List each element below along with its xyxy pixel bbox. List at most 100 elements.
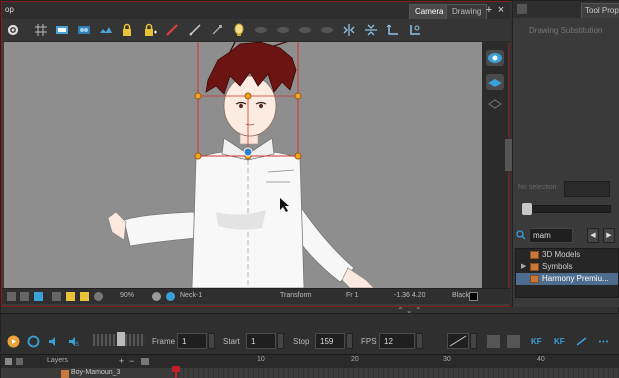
add-keyframe-button[interactable]: KF [531, 337, 542, 346]
frame-cells[interactable] [169, 368, 619, 378]
layer-options-icon[interactable] [141, 358, 149, 365]
layer-visibility-all-icon[interactable] [16, 358, 23, 365]
start-field[interactable]: 1 [246, 333, 276, 349]
zoom-level[interactable]: 90% [120, 292, 134, 299]
motion-keyframe-icon[interactable] [575, 335, 588, 348]
frame-icon[interactable] [7, 292, 16, 301]
layer-d-icon[interactable] [320, 23, 334, 37]
reset-transform-icon[interactable] [408, 23, 422, 37]
ruler-tick: 10 [257, 356, 265, 363]
character-drawing[interactable] [4, 42, 482, 288]
current-tool: Transform [280, 292, 312, 299]
grid-icon[interactable] [34, 23, 48, 37]
start-label: Start [223, 337, 240, 346]
node-gear-icon[interactable] [152, 292, 161, 301]
ruler-tick: 40 [537, 356, 545, 363]
library-search-input[interactable] [529, 228, 573, 243]
add-layer-button[interactable]: + [119, 356, 124, 366]
slider-knob[interactable] [522, 203, 532, 215]
status-lock-icon[interactable] [66, 292, 75, 301]
tool-icon[interactable] [34, 292, 43, 301]
flip-horizontal-icon[interactable] [342, 23, 356, 37]
bulb-icon[interactable] [232, 23, 246, 37]
expand-arrow-icon[interactable]: ▶ [521, 261, 526, 273]
sound-scrub-icon[interactable]: S [67, 335, 80, 348]
timeline-zoom-slider[interactable] [93, 332, 145, 346]
more-options-icon[interactable] [597, 335, 610, 348]
lock-icon[interactable] [120, 23, 134, 37]
flip-vertical-icon[interactable] [364, 23, 378, 37]
pencil-icon[interactable] [188, 23, 202, 37]
left-sleeve [123, 211, 197, 247]
timeline-resize-handle[interactable]: ⌃ ⌄ ⌃ [397, 306, 422, 315]
svg-text:S: S [75, 342, 79, 348]
stop-field[interactable]: 159 [315, 333, 345, 349]
sound-icon[interactable] [47, 335, 60, 348]
camera-viewport[interactable] [4, 42, 482, 288]
brush-icon[interactable] [165, 23, 179, 37]
tab-camera[interactable]: Camera [409, 4, 450, 19]
lightbox-icon[interactable] [55, 23, 69, 37]
loop-icon[interactable] [27, 335, 40, 348]
animation-mode-icon[interactable] [99, 23, 113, 37]
zoom-slider-knob[interactable] [117, 332, 125, 346]
diamond-icon[interactable] [486, 96, 504, 112]
interpolation-spinner[interactable] [470, 333, 477, 349]
perspective-icon[interactable] [486, 74, 504, 90]
library-item-symbols[interactable]: ▶ Symbols [516, 261, 618, 273]
stop-spinner[interactable] [346, 333, 353, 349]
playhead[interactable] [175, 366, 177, 378]
lightning-icon[interactable] [80, 292, 89, 301]
reset-view-icon[interactable] [94, 292, 103, 301]
tab-tool-properties[interactable]: Tool Prope [581, 3, 619, 18]
lock-add-icon[interactable] [143, 23, 157, 37]
substitution-field[interactable] [564, 181, 610, 197]
frame-field[interactable]: 1 [177, 333, 207, 349]
frame-spinner[interactable] [208, 333, 215, 349]
search-prev-button[interactable]: ◀ [587, 228, 599, 243]
library-item-3d-models[interactable]: 3D Models [516, 249, 618, 261]
frame-ruler[interactable]: 10 20 30 40 [169, 354, 619, 368]
remove-layer-button[interactable]: − [129, 356, 134, 366]
layer-a-icon[interactable] [254, 23, 268, 37]
panel-menu-icon[interactable] [517, 4, 527, 14]
start-spinner[interactable] [277, 333, 284, 349]
gear-icon[interactable] [6, 23, 20, 37]
color-swatch[interactable] [469, 292, 478, 301]
keyframe-mode-a-icon[interactable] [487, 335, 500, 348]
library-item-harmony-premium[interactable]: Harmony Premiu... [516, 273, 618, 285]
library-item-label: Symbols [542, 262, 573, 271]
close-tab-button[interactable]: × [496, 4, 506, 16]
drawing-substitution-title: Drawing Substitution [529, 26, 603, 35]
layer-type-icon [61, 370, 69, 378]
library-item-label: 3D Models [542, 250, 581, 259]
layer-c-icon[interactable] [298, 23, 312, 37]
reset-icon[interactable] [386, 23, 400, 37]
camera-view-icon[interactable] [486, 50, 504, 66]
fps-spinner[interactable] [416, 333, 423, 349]
camera-view-panel: op Camera Drawing + × 90% Neck-1 Transfo… [1, 1, 510, 307]
safe-area-icon[interactable] [20, 292, 29, 301]
remove-keyframe-button[interactable]: KF [554, 337, 565, 346]
substitution-slider[interactable] [522, 203, 611, 215]
layer-lock-all-icon[interactable] [5, 358, 12, 365]
eye-dropper-icon[interactable] [210, 23, 224, 37]
stop-label: Stop [293, 337, 310, 346]
tool-properties-panel: Tool Prope Drawing Substitution No selec… [512, 1, 619, 307]
interpolation-dropdown[interactable] [447, 333, 469, 349]
tab-drawing[interactable]: Drawing [446, 4, 488, 19]
pivot-point[interactable] [243, 147, 253, 157]
camera-toolbar [2, 19, 510, 42]
add-tab-button[interactable]: + [484, 4, 494, 16]
fps-field[interactable]: 12 [379, 333, 415, 349]
layer-b-icon[interactable] [276, 23, 290, 37]
play-icon[interactable] [7, 335, 20, 348]
folder-icon [530, 275, 539, 283]
ruler-tick: 30 [443, 356, 451, 363]
left-hand [107, 211, 127, 241]
onion-skin-icon[interactable] [77, 23, 91, 37]
layer-row[interactable]: Boy-Mamoun_3 [1, 368, 169, 378]
mask-icon[interactable] [52, 292, 61, 301]
keyframe-mode-b-icon[interactable] [507, 335, 520, 348]
search-next-button[interactable]: ▶ [603, 228, 615, 243]
